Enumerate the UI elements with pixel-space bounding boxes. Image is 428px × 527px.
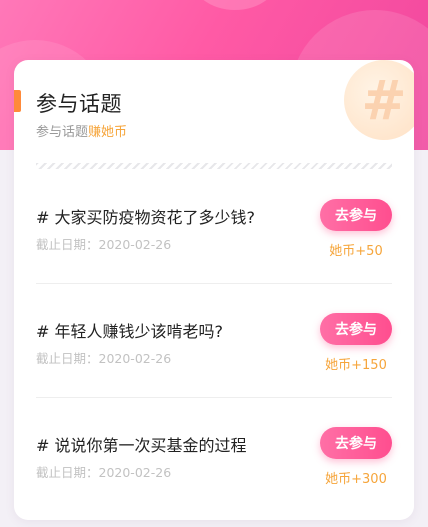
reward-label: 她币+150: [325, 358, 387, 373]
join-button[interactable]: 去参与: [320, 427, 392, 459]
hash-icon: #: [344, 60, 414, 140]
card-subtitle: 参与话题赚她币: [36, 121, 127, 140]
reward-label: 她币+300: [325, 472, 387, 487]
topic-deadline: 截止日期：2020-02-26: [36, 465, 172, 480]
title-accent-bar: [14, 90, 21, 112]
topic-title[interactable]: # 大家买防疫物资花了多少钱?: [36, 204, 255, 228]
topics-card: # 参与话题 参与话题赚她币 # 大家买防疫物资花了多少钱? 截止日期：2020…: [14, 60, 414, 520]
topic-deadline: 截止日期：2020-02-26: [36, 351, 172, 366]
topic-title[interactable]: # 说说你第一次买基金的过程: [36, 432, 247, 456]
dashed-divider: [36, 163, 392, 169]
card-title: 参与话题: [36, 92, 122, 116]
topic-title[interactable]: # 年轻人赚钱少该啃老吗?: [36, 318, 223, 342]
subtitle-highlight: 赚她币: [88, 125, 128, 140]
join-button[interactable]: 去参与: [320, 199, 392, 231]
decorative-bubble: [190, 0, 280, 10]
join-button[interactable]: 去参与: [320, 313, 392, 345]
topic-item[interactable]: # 大家买防疫物资花了多少钱? 截止日期：2020-02-26 去参与 她币+5…: [14, 170, 414, 284]
reward-label: 她币+50: [329, 244, 383, 259]
topic-list: # 大家买防疫物资花了多少钱? 截止日期：2020-02-26 去参与 她币+5…: [14, 170, 414, 512]
topic-item[interactable]: # 年轻人赚钱少该啃老吗? 截止日期：2020-02-26 去参与 她币+150: [14, 284, 414, 398]
subtitle-text: 参与话题: [36, 125, 89, 140]
topic-item[interactable]: # 说说你第一次买基金的过程 截止日期：2020-02-26 去参与 她币+30…: [14, 398, 414, 512]
topic-deadline: 截止日期：2020-02-26: [36, 237, 172, 252]
